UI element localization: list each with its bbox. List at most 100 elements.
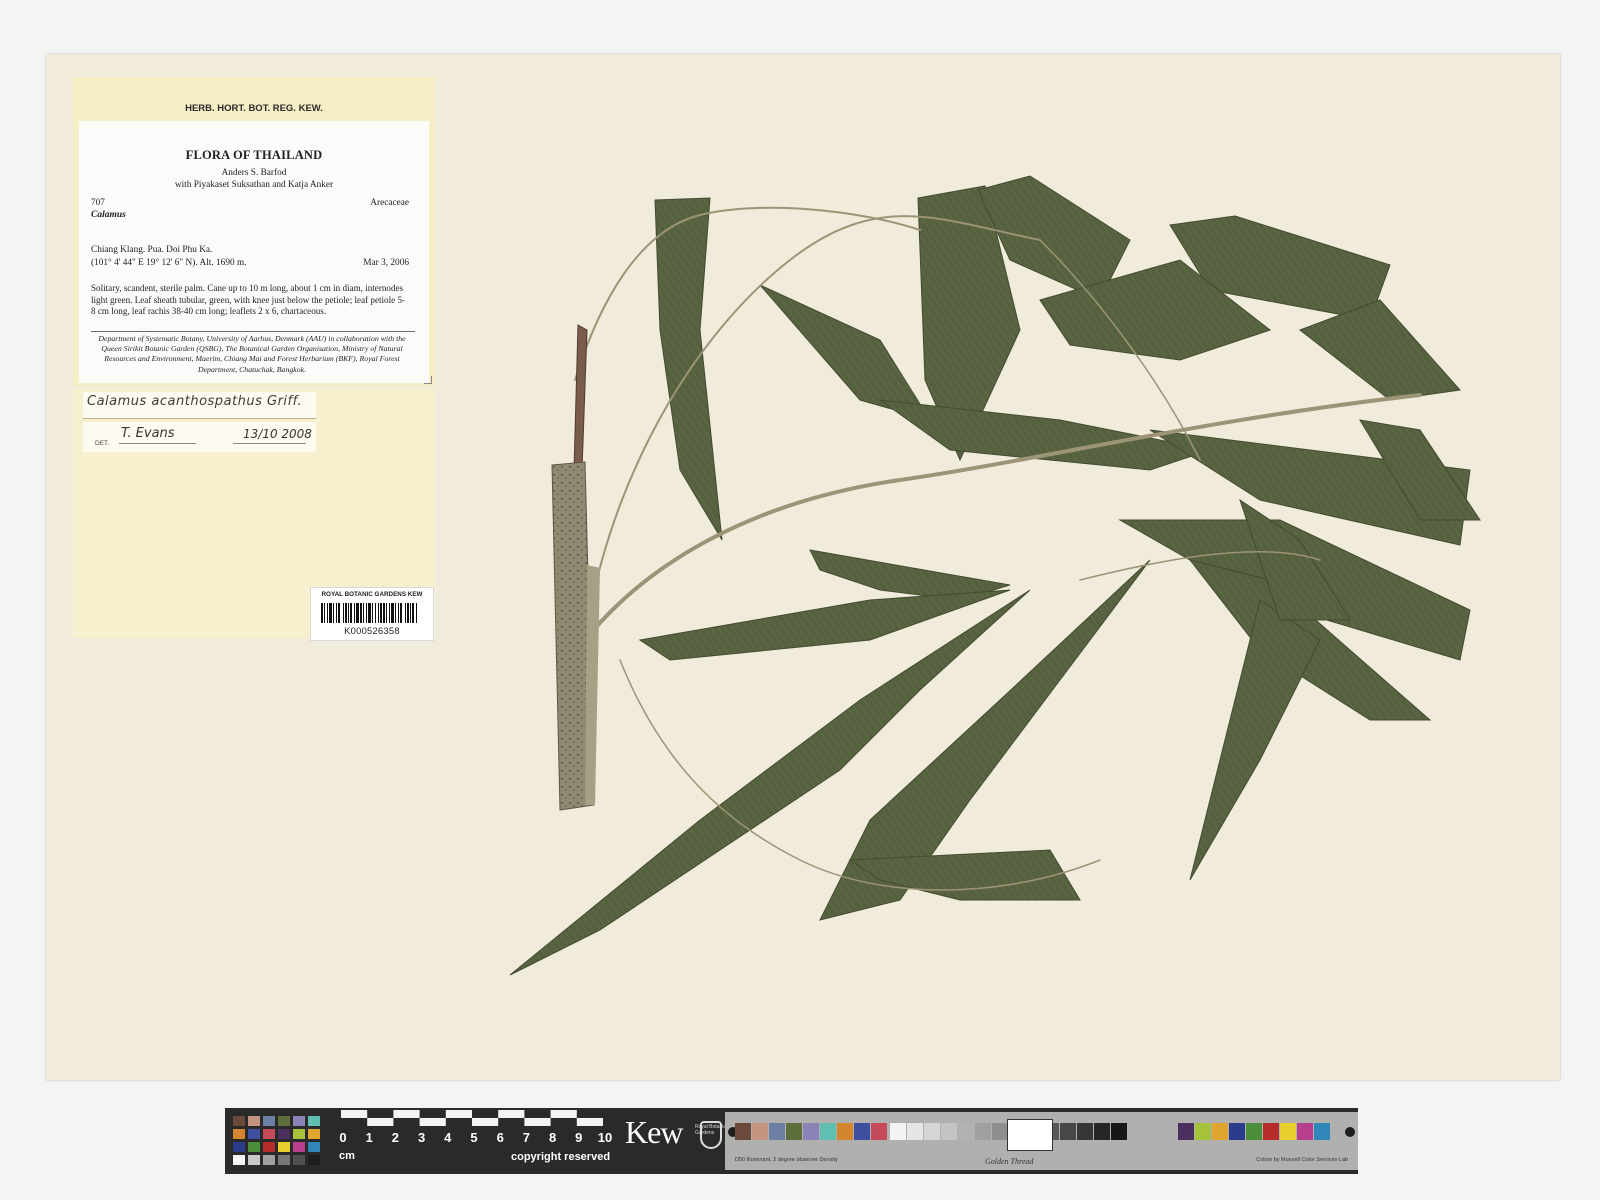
determination-date: 13/10 2008 xyxy=(243,427,312,441)
circle-marker-icon xyxy=(1345,1127,1355,1137)
barcode-bar xyxy=(338,603,340,623)
ruler-number: 10 xyxy=(597,1130,613,1145)
color-card-cell xyxy=(769,1123,785,1140)
barcode-bar xyxy=(368,603,371,623)
barcode-bar xyxy=(333,603,334,623)
color-card-cell xyxy=(1212,1123,1228,1140)
barcode-bar xyxy=(372,603,373,623)
color-card-cell xyxy=(975,1123,991,1140)
locality: Chiang Klang. Pua. Doi Phu Ka. xyxy=(91,245,213,255)
color-swatch xyxy=(278,1116,290,1126)
co-collectors: with Piyakaset Suksathan and Katja Anker xyxy=(174,180,334,190)
ruler-number: 6 xyxy=(496,1130,504,1145)
barcode-bar xyxy=(389,603,390,623)
ruler-number: 0 xyxy=(339,1130,347,1145)
barcode-bar xyxy=(416,603,417,623)
color-card-cell xyxy=(907,1123,923,1140)
color-swatch xyxy=(278,1142,290,1152)
color-swatch xyxy=(233,1142,245,1152)
cm-ruler: 0 1 2 3 4 5 6 7 8 9 10 cm copyright reserved xyxy=(337,1108,620,1174)
det-label: DET. xyxy=(95,440,110,447)
family-name: Arecaceae xyxy=(370,198,409,208)
barcode-bar xyxy=(343,603,344,623)
kew-logo: Kew xyxy=(625,1114,683,1150)
color-card-cell xyxy=(992,1123,1008,1140)
color-swatch xyxy=(308,1116,320,1126)
collection-label: HERB. HORT. BOT. REG. KEW. FLORA OF THAI… xyxy=(73,77,435,386)
ruler-number: 3 xyxy=(417,1130,426,1145)
color-swatch xyxy=(308,1129,320,1139)
barcode-bar xyxy=(354,603,355,623)
color-swatch xyxy=(308,1155,320,1165)
ruler-numbers: 0 1 2 3 4 5 6 7 8 9 10 xyxy=(337,1130,620,1146)
ruler-block xyxy=(498,1110,525,1118)
color-card-cell xyxy=(837,1123,853,1140)
barcode-title: ROYAL BOTANIC GARDENS KEW xyxy=(321,591,423,598)
color-card-cell xyxy=(735,1123,751,1140)
det-date-underline xyxy=(233,443,306,444)
ruler-number: 5 xyxy=(470,1130,478,1145)
barcode-bar xyxy=(327,603,328,623)
ruler-block xyxy=(367,1118,394,1126)
color-card-cell xyxy=(803,1123,819,1140)
color-card-cell xyxy=(786,1123,802,1140)
herbarium-header: HERB. HORT. BOT. REG. KEW. xyxy=(185,103,323,114)
color-card-cell xyxy=(1111,1123,1127,1140)
barcode-bar xyxy=(324,603,325,623)
barcode-bar xyxy=(398,603,399,623)
ruler-number: 2 xyxy=(391,1130,400,1145)
ruler-number: 9 xyxy=(575,1130,583,1145)
card-left-text: D50 Illuminant, 2 degree observer Densit… xyxy=(735,1157,838,1163)
ruler-block xyxy=(419,1118,446,1126)
ruler-block xyxy=(576,1118,603,1126)
label-title: FLORA OF THAILAND xyxy=(185,148,323,162)
color-swatch xyxy=(248,1116,260,1126)
crest-icon xyxy=(700,1121,722,1149)
barcode-bar xyxy=(391,603,394,623)
color-card-cell xyxy=(1077,1123,1093,1140)
color-card-cell xyxy=(854,1123,870,1140)
barcode-bar xyxy=(378,603,379,623)
barcode-bar xyxy=(329,603,332,623)
card-center-text: Golden Thread xyxy=(985,1157,1034,1166)
barcode-bar xyxy=(336,603,337,623)
label-corner-mark xyxy=(424,376,432,384)
specimen-description: Solitary, scandent, sterile palm. Cane u… xyxy=(91,283,406,317)
color-swatch xyxy=(248,1142,260,1152)
color-swatch xyxy=(233,1129,245,1139)
color-card-cell xyxy=(890,1123,906,1140)
color-swatch xyxy=(263,1129,275,1139)
ruler-ticks xyxy=(337,1108,620,1128)
color-card-cell xyxy=(820,1123,836,1140)
ruler-block xyxy=(472,1118,499,1126)
barcode-icon xyxy=(321,603,417,623)
barcode-label: ROYAL BOTANIC GARDENS KEW K000526358 xyxy=(310,587,434,641)
barcode-bar xyxy=(321,603,323,623)
ruler-block xyxy=(550,1110,577,1118)
collection-number: 707 xyxy=(91,198,105,208)
barcode-bar xyxy=(366,603,367,623)
barcode-bar xyxy=(363,603,364,623)
barcode-number: K000526358 xyxy=(344,626,400,636)
ruler-block xyxy=(445,1110,472,1118)
color-swatch xyxy=(293,1155,305,1165)
color-swatch xyxy=(278,1155,290,1165)
barcode-bar xyxy=(348,603,349,623)
collection-date: Mar 3, 2006 xyxy=(363,258,409,268)
stem xyxy=(551,324,600,811)
barcode-bar xyxy=(405,603,406,623)
barcode-bar xyxy=(386,603,387,623)
color-swatch xyxy=(248,1155,260,1165)
barcode-bar xyxy=(400,603,402,623)
color-swatches xyxy=(233,1116,320,1165)
determination-name: Calamus acanthospathus Griff. xyxy=(87,394,303,409)
institution-note: Department of Systematic Botany, Univers… xyxy=(98,334,406,374)
color-calibration-card: D50 Illuminant, 2 degree observer Densit… xyxy=(725,1112,1358,1170)
collector-name: Anders S. Barfod xyxy=(221,168,287,178)
color-card-cell xyxy=(1246,1123,1262,1140)
color-card-cell xyxy=(1060,1123,1076,1140)
det-underline xyxy=(119,443,196,444)
barcode-bar xyxy=(375,603,376,623)
color-swatch xyxy=(293,1116,305,1126)
color-swatch xyxy=(308,1142,320,1152)
